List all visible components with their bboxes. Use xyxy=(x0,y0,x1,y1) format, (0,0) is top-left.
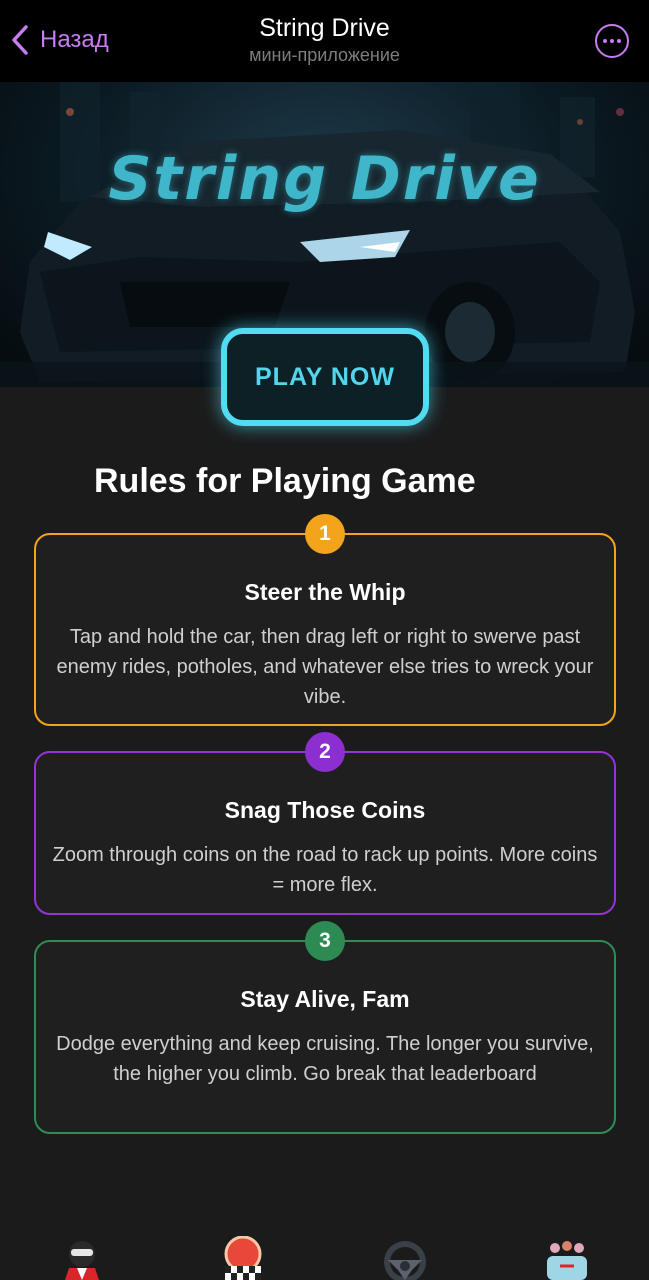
more-dot-icon xyxy=(617,39,621,43)
rule-title: Snag Those Coins xyxy=(224,797,426,823)
rule-card: 1 Steer the Whip Tap and hold the car, t… xyxy=(34,514,616,726)
rule-number-badge: 2 xyxy=(305,732,345,772)
steering-wheel-icon xyxy=(384,1241,426,1280)
rule-card: 2 Snag Those Coins Zoom through coins on… xyxy=(34,732,616,915)
rule-text: Dodge everything and keep cruising. The … xyxy=(56,1033,594,1085)
more-dot-icon xyxy=(610,39,614,43)
rule-title: Stay Alive, Fam xyxy=(240,986,410,1012)
rule-card: 3 Stay Alive, Fam Dodge everything and k… xyxy=(34,921,616,1134)
nav-item-racer[interactable] xyxy=(57,1236,107,1280)
rule-title: Steer the Whip xyxy=(244,579,406,605)
rule-number-badge: 1 xyxy=(305,514,345,554)
rules-heading: Rules for Playing Game xyxy=(94,462,476,500)
rule-text: Zoom through coins on the road to rack u… xyxy=(52,844,598,896)
nav-item-pit-stop[interactable] xyxy=(218,1235,268,1280)
app-title: String Drive xyxy=(259,14,390,42)
top-bar: Назад String Drive мини-приложение xyxy=(0,0,649,82)
bottom-nav xyxy=(0,1228,649,1280)
app-subtitle: мини-приложение xyxy=(249,45,400,65)
rule-text: Tap and hold the car, then drag left or … xyxy=(56,626,594,708)
pit-stop-icon xyxy=(224,1235,262,1280)
rule-number-badge: 3 xyxy=(305,921,345,961)
title-block: String Drive мини-приложение xyxy=(0,12,649,66)
more-dot-icon xyxy=(603,39,607,43)
play-now-button[interactable]: PLAY NOW xyxy=(221,328,429,426)
racer-helmet-icon xyxy=(65,1241,99,1280)
more-options-button[interactable] xyxy=(595,24,629,58)
friends-icon xyxy=(547,1241,587,1280)
hero-logo-title: String Drive xyxy=(108,144,541,214)
play-now-label: PLAY NOW xyxy=(255,362,395,391)
nav-item-steering[interactable] xyxy=(380,1236,430,1280)
nav-item-friends[interactable] xyxy=(542,1236,592,1280)
